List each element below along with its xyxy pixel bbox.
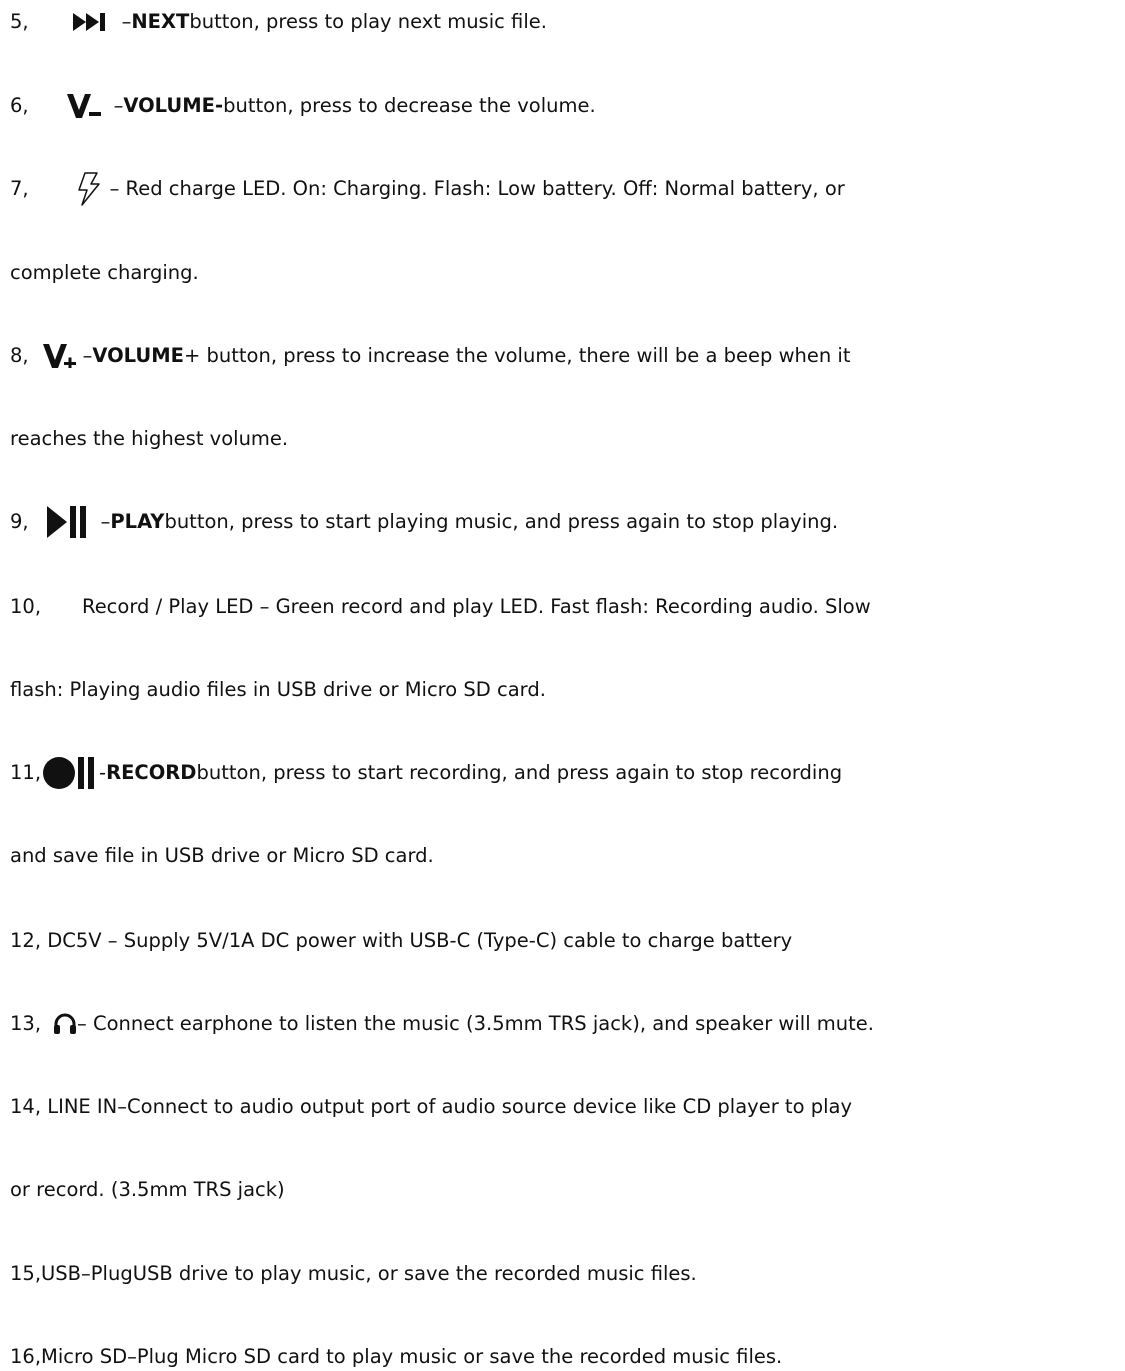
list-item-line-in: 14, LINE IN–Connect to audio output port…	[10, 1093, 852, 1121]
item-dash: –	[82, 344, 93, 367]
item-keyword: VOLUME	[92, 344, 184, 367]
volume-up-icon	[42, 344, 77, 368]
item-dash: –	[113, 94, 124, 117]
list-item-continuation: or record. (3.5mm TRS jack)	[10, 1176, 285, 1204]
list-item-continuation: and save file in USB drive or Micro SD c…	[10, 842, 434, 870]
charge-bolt-icon	[76, 172, 102, 206]
volume-down-icon	[66, 94, 101, 118]
item-dash: -	[99, 761, 107, 784]
item-keyword: RECORD	[106, 761, 197, 784]
list-item-volume-down: 6, – VOLUME- button, press to decrease t…	[10, 92, 596, 120]
item-text: – Connect earphone to listen the music (…	[77, 1012, 875, 1035]
item-number: 11,	[10, 761, 42, 784]
list-item-next: 5, – NEXT button, press to play next mus…	[10, 8, 547, 36]
item-number: 13,	[10, 1012, 42, 1035]
item-number: 9,	[10, 510, 29, 533]
item-text: + button, press to increase the volume, …	[183, 344, 851, 367]
list-item-volume-up: 8, – VOLUME + button, press to increase …	[10, 342, 851, 370]
item-text: button, press to play next music file.	[189, 10, 547, 33]
item-number: 6,	[10, 94, 29, 117]
item-number: 5,	[10, 10, 29, 33]
list-item-usb: 15,USB–PlugUSB drive to play music, or s…	[10, 1260, 697, 1288]
item-text: Record / Play LED – Green record and pla…	[82, 595, 871, 618]
item-text: 12, DC5V – Supply 5V/1A DC power with US…	[10, 929, 793, 952]
next-track-icon	[72, 13, 106, 31]
item-text: – Red charge LED. On: Charging. Flash: L…	[109, 177, 845, 200]
list-item-charge-led: 7, – Red charge LED. On: Charging. Flash…	[10, 172, 845, 206]
item-text-cont: and save file in USB drive or Micro SD c…	[10, 844, 434, 867]
item-text: 14, LINE IN–Connect to audio output port…	[10, 1095, 852, 1118]
item-number: 10,	[10, 595, 42, 618]
item-dash: –	[100, 510, 111, 533]
item-keyword: VOLUME-	[123, 94, 224, 117]
list-item-continuation: flash: Playing audio files in USB drive …	[10, 676, 546, 704]
item-text: button, press to start playing music, an…	[164, 510, 839, 533]
item-text: 16,Micro SD–Plug Micro SD card to play m…	[10, 1345, 783, 1368]
item-text-cont: or record. (3.5mm TRS jack)	[10, 1178, 285, 1201]
item-number: 8,	[10, 344, 29, 367]
item-keyword: PLAY	[110, 510, 165, 533]
item-text: button, press to decrease the volume.	[223, 94, 596, 117]
list-item-record-play-led: 10, Record / Play LED – Green record and…	[10, 593, 871, 621]
item-text-cont: reaches the highest volume.	[10, 427, 289, 450]
item-text-cont: flash: Playing audio files in USB drive …	[10, 678, 546, 701]
list-item-record: 11, - RECORD button, press to start reco…	[10, 757, 843, 789]
list-item-dc5v: 12, DC5V – Supply 5V/1A DC power with US…	[10, 927, 792, 955]
list-item-continuation: complete charging.	[10, 259, 199, 287]
list-item-continuation: reaches the highest volume.	[10, 425, 288, 453]
list-item-headphone: 13, – Connect earphone to listen the mus…	[10, 1010, 874, 1038]
item-keyword: NEXT	[131, 10, 190, 33]
list-item-play: 9, – PLAY button, press to start playing…	[10, 506, 839, 538]
item-text-cont: complete charging.	[10, 261, 199, 284]
item-number: 7,	[10, 177, 29, 200]
play-pause-icon	[46, 506, 87, 538]
item-text: button, press to start recording, and pr…	[196, 761, 843, 784]
item-dash: –	[121, 10, 132, 33]
headphone-icon	[53, 1013, 77, 1035]
record-pause-icon	[43, 757, 95, 789]
item-text: 15,USB–PlugUSB drive to play music, or s…	[10, 1262, 697, 1285]
